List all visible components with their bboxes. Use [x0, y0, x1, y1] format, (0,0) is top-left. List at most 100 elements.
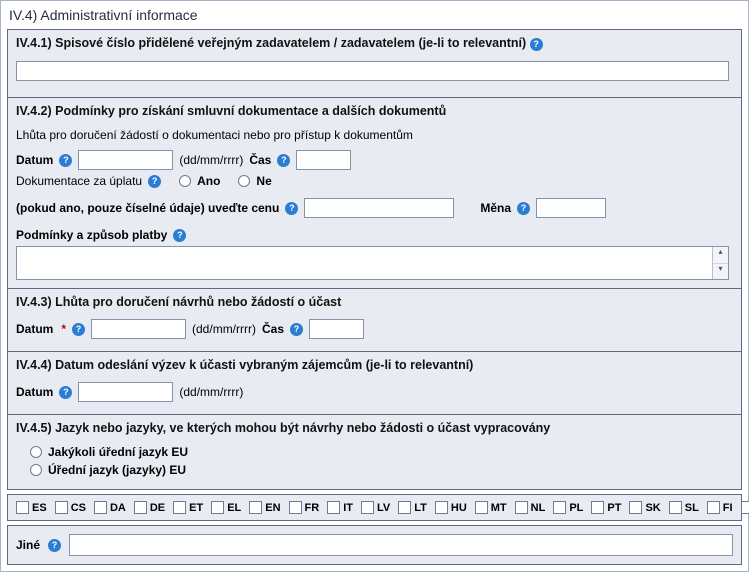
lang-code-label: NL	[531, 502, 546, 514]
lang-cell-de: DE	[130, 499, 169, 516]
lang-checkbox-lv[interactable]	[361, 501, 374, 514]
lang-cell-sk: SK	[625, 499, 664, 516]
lang-checkbox-nl[interactable]	[515, 501, 528, 514]
help-icon[interactable]: ?	[290, 323, 303, 336]
lang-code-label: ES	[32, 502, 47, 514]
subsection-iv-4-3: IV.4.3) Lhůta pro doručení návrhů nebo ž…	[8, 288, 741, 351]
subsection-iv-4-2: IV.4.2) Podmínky pro získání smluvní dok…	[8, 97, 741, 288]
lang-cell-es: ES	[12, 499, 51, 516]
other-row: Jiné ?	[7, 525, 742, 565]
help-icon[interactable]: ?	[277, 154, 290, 167]
help-icon[interactable]: ?	[173, 229, 186, 242]
help-icon[interactable]: ?	[148, 175, 161, 188]
iv43-date-input[interactable]	[91, 319, 186, 339]
paid-docs-label: Dokumentace za úplatu	[16, 174, 142, 188]
lang-checkbox-da[interactable]	[94, 501, 107, 514]
lang-cell-pt: PT	[587, 499, 625, 516]
lang-cell-pl: PL	[549, 499, 587, 516]
lang-code-label: PT	[607, 502, 621, 514]
date-label: Datum	[16, 322, 53, 336]
lang-cell-da: DA	[90, 499, 130, 516]
section-title: IV.4) Administrativní informace	[1, 1, 748, 29]
help-icon[interactable]: ?	[285, 202, 298, 215]
lang-code-label: FI	[723, 502, 733, 514]
lang-any-label: Jakýkoli úřední jazyk EU	[48, 445, 188, 459]
lang-code-label: PL	[569, 502, 583, 514]
payment-terms-textarea[interactable]: ▴ ▾	[16, 246, 729, 280]
deadline-note: Lhůta pro doručení žádostí o dokumentaci…	[16, 128, 733, 142]
help-icon[interactable]: ?	[530, 38, 543, 51]
date-label: Datum	[16, 385, 53, 399]
lang-code-label: DA	[110, 502, 126, 514]
file-number-input[interactable]	[16, 61, 729, 81]
lang-code-label: SK	[645, 502, 660, 514]
lang-code-label: FR	[305, 502, 320, 514]
lang-checkbox-fr[interactable]	[289, 501, 302, 514]
iv-4-3-title: IV.4.3) Lhůta pro doručení návrhů nebo ž…	[8, 289, 741, 313]
lang-checkbox-el[interactable]	[211, 501, 224, 514]
paid-yes-radio[interactable]	[179, 175, 191, 187]
lang-cell-sv: SV	[737, 499, 749, 516]
lang-cell-cs: CS	[51, 499, 90, 516]
subsection-iv-4-5: IV.4.5) Jazyk nebo jazyky, ve kterých mo…	[8, 414, 741, 489]
help-icon[interactable]: ?	[72, 323, 85, 336]
lang-checkbox-sl[interactable]	[669, 501, 682, 514]
iv-4-1-title: IV.4.1) Spisové číslo přidělené veřejným…	[16, 36, 526, 50]
lang-official-radio[interactable]	[30, 464, 42, 476]
language-strip: ESCSDADEETELENFRITLVLTHUMTNLPLPTSKSLFISV	[7, 494, 742, 521]
help-icon[interactable]: ?	[59, 386, 72, 399]
lang-checkbox-it[interactable]	[327, 501, 340, 514]
help-icon[interactable]: ?	[48, 539, 61, 552]
lang-cell-mt: MT	[471, 499, 511, 516]
lang-checkbox-hu[interactable]	[435, 501, 448, 514]
lang-checkbox-mt[interactable]	[475, 501, 488, 514]
lang-code-label: EN	[265, 502, 280, 514]
lang-checkbox-sv[interactable]	[741, 501, 749, 514]
required-asterisk: *	[61, 322, 66, 336]
lang-cell-en: EN	[245, 499, 284, 516]
iv-4-2-title: IV.4.2) Podmínky pro získání smluvní dok…	[8, 98, 741, 122]
lang-code-label: CS	[71, 502, 86, 514]
price-label: (pokud ano, pouze číselné údaje) uveďte …	[16, 201, 279, 215]
lang-checkbox-pl[interactable]	[553, 501, 566, 514]
lang-code-label: DE	[150, 502, 165, 514]
lang-checkbox-cs[interactable]	[55, 501, 68, 514]
lang-any-radio[interactable]	[30, 446, 42, 458]
lang-checkbox-pt[interactable]	[591, 501, 604, 514]
lang-checkbox-es[interactable]	[16, 501, 29, 514]
help-icon[interactable]: ?	[59, 154, 72, 167]
lang-checkbox-en[interactable]	[249, 501, 262, 514]
help-icon[interactable]: ?	[517, 202, 530, 215]
other-language-input[interactable]	[69, 534, 733, 556]
scroll-up-icon[interactable]: ▴	[713, 247, 728, 264]
iv42-date-input[interactable]	[78, 150, 173, 170]
iv-4-5-title: IV.4.5) Jazyk nebo jazyky, ve kterých mo…	[8, 415, 741, 439]
lang-cell-sl: SL	[665, 499, 703, 516]
iv44-date-input[interactable]	[78, 382, 173, 402]
scrollbar[interactable]: ▴ ▾	[712, 247, 728, 279]
currency-input[interactable]	[536, 198, 606, 218]
price-input[interactable]	[304, 198, 454, 218]
yes-label: Ano	[197, 174, 220, 188]
lang-cell-el: EL	[207, 499, 245, 516]
payment-terms-label: Podmínky a způsob platby	[16, 228, 167, 242]
lang-cell-fr: FR	[285, 499, 324, 516]
iv42-time-input[interactable]	[296, 150, 351, 170]
lang-code-label: EL	[227, 502, 241, 514]
scroll-down-icon[interactable]: ▾	[713, 264, 728, 280]
lang-checkbox-fi[interactable]	[707, 501, 720, 514]
section-iv4: IV.4) Administrativní informace IV.4.1) …	[0, 0, 749, 572]
lang-cell-et: ET	[169, 499, 207, 516]
date-format: (dd/mm/rrrr)	[179, 385, 243, 399]
paid-no-radio[interactable]	[238, 175, 250, 187]
date-format: (dd/mm/rrrr)	[192, 322, 256, 336]
lang-checkbox-et[interactable]	[173, 501, 186, 514]
lang-cell-hu: HU	[431, 499, 471, 516]
iv43-time-input[interactable]	[309, 319, 364, 339]
lang-code-label: IT	[343, 502, 353, 514]
lang-checkbox-de[interactable]	[134, 501, 147, 514]
lang-code-label: ET	[189, 502, 203, 514]
lang-checkbox-lt[interactable]	[398, 501, 411, 514]
lang-checkbox-sk[interactable]	[629, 501, 642, 514]
lang-code-label: SL	[685, 502, 699, 514]
